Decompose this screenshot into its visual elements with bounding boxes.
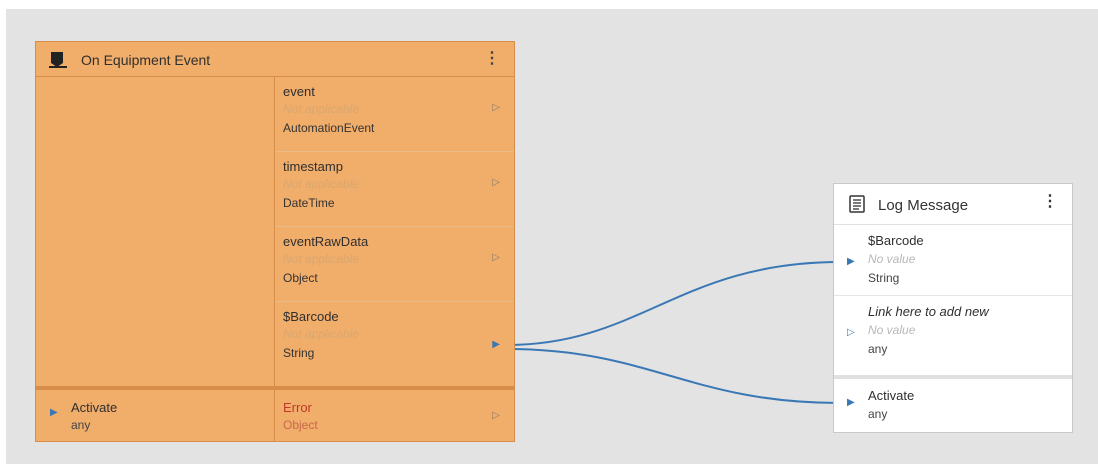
document-icon [848,195,866,216]
port-type: String [283,346,315,360]
port-output-arrow-icon[interactable]: ▷ [492,177,500,188]
error-label: Error [283,400,312,415]
column-divider [274,390,275,441]
error-output-arrow-icon[interactable]: ▷ [492,410,500,421]
port-value: Not applicable [283,102,360,116]
port-value: Not applicable [283,252,360,266]
activate-port[interactable]: ▶ Activate any [834,375,1072,432]
activate-type: any [71,418,91,432]
output-port-barcode[interactable]: $Barcode Not applicable String ▶ [275,302,514,386]
activate-label: Activate [71,400,118,415]
port-input-arrow-icon[interactable]: ▶ [847,256,855,267]
port-value: No value [868,323,916,337]
flag-icon [48,51,68,72]
node-menu-icon[interactable]: ⋮ [484,51,500,67]
port-output-arrow-icon[interactable]: ▶ [492,339,500,350]
port-value: Not applicable [283,177,360,191]
output-port-event[interactable]: event Not applicable AutomationEvent ▷ [275,77,514,152]
node-header[interactable]: On Equipment Event ⋮ [36,42,514,77]
port-name: timestamp [283,159,343,174]
activate-label: Activate [868,388,915,403]
node-header[interactable]: Log Message ⋮ [834,184,1072,225]
activate-input-arrow-icon[interactable]: ▶ [50,407,58,418]
input-port-barcode[interactable]: ▶ $Barcode No value String [834,225,1072,296]
port-type: Object [283,271,318,285]
activate-input-arrow-icon[interactable]: ▶ [847,397,855,408]
port-type: DateTime [283,196,335,210]
port-type: AutomationEvent [283,121,375,135]
node-menu-icon[interactable]: ⋮ [1042,194,1058,210]
node-title: On Equipment Event [81,52,211,68]
port-output-arrow-icon[interactable]: ▷ [492,252,500,263]
error-type: Object [283,418,318,432]
output-port-timestamp[interactable]: timestamp Not applicable DateTime ▷ [275,152,514,227]
output-port-eventrawdata[interactable]: eventRawData Not applicable Object ▷ [275,227,514,302]
port-value: No value [868,252,916,266]
port-output-arrow-icon[interactable]: ▷ [492,102,500,113]
port-name: $Barcode [283,309,339,324]
port-value: Not applicable [283,327,360,341]
node-title: Log Message [878,197,969,214]
log-message-node[interactable]: Log Message ⋮ ▶ $Barcode No value String… [833,183,1073,433]
port-name: eventRawData [283,234,369,249]
port-type: any [868,342,888,356]
port-name: Link here to add new [868,304,989,319]
port-type: String [868,271,900,285]
activate-type: any [868,407,888,421]
input-port-add-new[interactable]: ▷ Link here to add new No value any [834,296,1072,372]
node-footer: ▶ Activate any Error Object ▷ [36,386,514,441]
port-name: $Barcode [868,233,924,248]
equipment-event-node[interactable]: On Equipment Event ⋮ event Not applicabl… [35,41,515,442]
port-name: event [283,84,315,99]
port-input-arrow-icon[interactable]: ▷ [847,327,855,338]
